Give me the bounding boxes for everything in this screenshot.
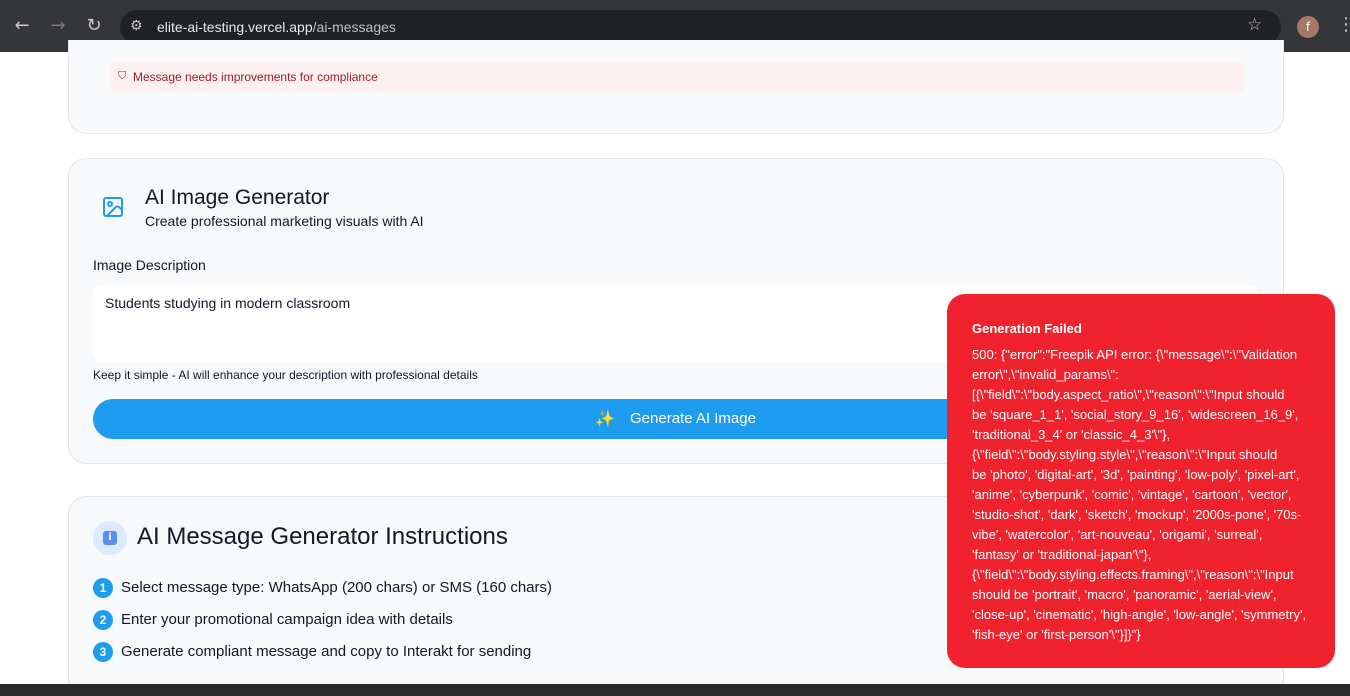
step-text: Generate compliant message and copy to I…	[121, 643, 532, 660]
browser-menu-icon[interactable]: ⋮	[1337, 14, 1350, 35]
toast-body: 500: {"error":"Freepik API error: {\"mes…	[972, 347, 1307, 642]
forward-icon[interactable]: →	[46, 14, 70, 38]
reload-icon[interactable]: ↻	[82, 14, 106, 38]
compliance-card: ⛉ Message needs improvements for complia…	[68, 40, 1284, 134]
description-value: Students studying in modern classroom	[105, 295, 351, 311]
instructions-title: AI Message Generator Instructions	[137, 523, 508, 550]
description-hint: Keep it simple - AI will enhance your de…	[93, 368, 478, 382]
back-icon[interactable]: ←	[10, 14, 34, 38]
url-path: /ai-messages	[312, 19, 396, 35]
step-text: Enter your promotional campaign idea wit…	[121, 611, 453, 628]
site-settings-icon[interactable]: ⚙	[130, 18, 143, 34]
image-icon	[103, 197, 123, 217]
image-generator-subtitle: Create professional marketing visuals wi…	[145, 213, 424, 229]
step-number: 3	[93, 642, 113, 662]
toast-title: Generation Failed	[972, 321, 1082, 336]
bookmark-star-icon[interactable]: ☆	[1247, 15, 1262, 35]
shield-icon: ⛉	[118, 69, 127, 82]
compliance-text: Message needs improvements for complianc…	[133, 70, 378, 84]
info-icon: i	[93, 521, 127, 555]
compliance-warning: ⛉ Message needs improvements for complia…	[110, 62, 1244, 92]
step-text: Select message type: WhatsApp (200 chars…	[121, 579, 553, 596]
step-number: 1	[93, 578, 113, 598]
image-generator-title: AI Image Generator	[145, 186, 330, 209]
url-text: elite-ai-testing.vercel.app/ai-messages	[157, 19, 396, 35]
sparkles-icon: ✨	[595, 409, 615, 428]
step-number: 2	[93, 610, 113, 630]
url-host: elite-ai-testing.vercel.app	[157, 19, 313, 35]
generate-image-label: Generate AI Image	[630, 410, 756, 427]
error-toast[interactable]: Generation Failed 500: {"error":"Freepik…	[947, 294, 1335, 668]
address-bar[interactable]: ⚙ elite-ai-testing.vercel.app/ai-message…	[120, 10, 1281, 44]
profile-avatar[interactable]: f	[1297, 16, 1319, 38]
taskbar-strip	[0, 684, 1350, 696]
description-label: Image Description	[93, 257, 206, 273]
